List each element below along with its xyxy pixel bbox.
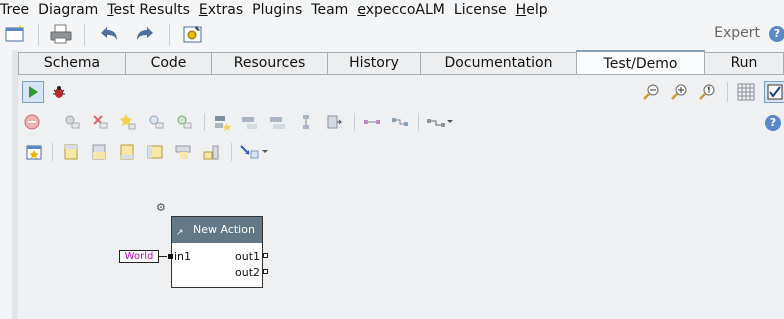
grid-icon[interactable] [736,82,756,102]
step-icon-2[interactable] [90,112,110,132]
input-pin-label: in1 [174,250,192,263]
toolbar-divider [231,143,232,161]
layout-icon-3[interactable] [117,142,137,162]
menu-license[interactable]: License [454,1,507,19]
output-pin-connector-2[interactable] [263,269,268,274]
edit-settings-icon[interactable] [181,22,205,46]
tab-run[interactable]: Run [704,52,784,74]
align-icon-5[interactable] [324,112,344,132]
menu-team[interactable]: Team [311,1,348,19]
check-toggle-icon[interactable] [764,81,784,103]
expand-arrow-icon: ↗ [176,228,184,238]
debug-bug-icon[interactable] [49,82,69,102]
toolbar-divider [52,143,53,161]
menu-bar: Tree Diagram Test Results Extras Plugins… [0,0,784,20]
tab-test-demo[interactable]: Test/Demo [576,50,705,74]
menu-plugins[interactable]: Plugins [252,1,302,19]
menu-tree[interactable]: Tree [0,1,29,19]
output-pin-label-1: out1 [235,250,261,263]
toolbar-divider [727,82,728,102]
print-icon[interactable] [49,22,73,46]
mode-label: Expert [714,25,760,41]
remove-icon[interactable] [22,112,42,132]
run-test-icon[interactable] [22,81,44,103]
toolbar-divider [84,24,85,46]
align-icon-3[interactable] [268,112,288,132]
step-icon-3[interactable] [118,112,138,132]
new-window-icon[interactable] [3,22,27,46]
zoom-in-icon[interactable] [669,82,689,102]
zoom-out-icon[interactable] [641,82,661,102]
layout-icon-6[interactable] [201,142,221,162]
connect-icon-1[interactable] [362,112,382,132]
action-title: New Action [193,223,255,236]
layout-icon-1[interactable] [61,142,81,162]
layout-icon-2[interactable] [89,142,109,162]
connector-style-dropdown[interactable] [426,112,454,132]
menu-test-results[interactable]: Test Results [107,1,190,19]
step-icon-4[interactable] [146,112,166,132]
left-pane [0,50,12,319]
align-icon-1[interactable] [212,112,232,132]
insert-dropdown-icon[interactable] [239,142,269,162]
connect-icon-2[interactable] [390,112,410,132]
layout-icon-5[interactable] [173,142,193,162]
tab-code[interactable]: Code [125,52,212,74]
toolbar-divider [204,113,205,131]
main-toolbar [0,20,784,50]
toolbar-divider [418,113,419,131]
toolbar-divider [169,24,170,46]
menu-help[interactable]: Help [516,1,548,19]
align-icon-2[interactable] [240,112,260,132]
toolbar-divider [38,24,39,46]
help-icon[interactable]: ? [769,26,784,42]
menu-extras[interactable]: Extras [199,1,243,19]
step-icon-5[interactable] [174,112,194,132]
menu-diagram[interactable]: Diagram [38,1,98,19]
settings-gear-icon[interactable]: ⚙ [156,201,166,214]
zoom-reset-icon[interactable] [697,82,717,102]
tab-history[interactable]: History [327,52,421,74]
menu-expeccoalm[interactable]: expeccoALM [357,1,445,19]
tab-documentation[interactable]: Documentation [420,52,577,74]
output-pin-connector-1[interactable] [263,253,268,258]
undo-icon[interactable] [97,22,121,46]
input-value-box[interactable]: World [119,250,159,263]
tab-schema[interactable]: Schema [18,52,126,74]
panel-help-icon[interactable]: ? [765,115,781,131]
layout-icon-star[interactable] [24,142,44,162]
step-icon-1[interactable] [62,112,82,132]
tab-resources[interactable]: Resources [211,52,328,74]
action-block-header[interactable]: ↗ New Action [172,217,262,243]
output-pin-label-2: out2 [235,266,261,279]
input-wire [159,256,167,257]
toolbar-divider [354,113,355,131]
editor-tabs: Schema Code Resources History Documentat… [18,50,784,75]
redo-icon[interactable] [133,22,157,46]
diagram-canvas[interactable] [18,170,784,319]
align-icon-4[interactable] [296,112,316,132]
layout-icon-4[interactable] [145,142,165,162]
input-pin-connector[interactable] [168,254,173,259]
